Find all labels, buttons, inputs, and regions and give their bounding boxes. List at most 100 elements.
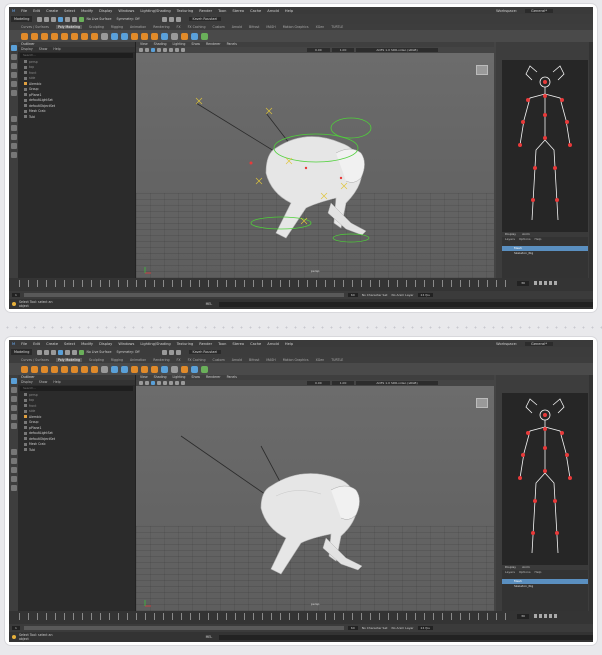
poly-text-icon[interactable] (101, 365, 108, 373)
layer-menu-help[interactable]: Help (535, 570, 542, 575)
search-icon[interactable] (10, 485, 17, 491)
render-settings-icon[interactable] (175, 16, 181, 22)
menu-render[interactable]: Render (199, 9, 212, 13)
go-start-icon[interactable] (534, 281, 537, 285)
save-scene-icon[interactable] (51, 349, 57, 355)
menu-lighting[interactable]: Lighting/Shading (140, 9, 170, 13)
tab-custom[interactable]: Custom (212, 358, 224, 362)
shadows-icon[interactable] (175, 48, 179, 52)
move-tool-icon[interactable] (10, 405, 17, 411)
target-weld-icon[interactable] (171, 32, 178, 40)
mirror-icon[interactable] (201, 365, 208, 373)
select-tool-icon[interactable] (10, 378, 17, 384)
poly-cube-icon[interactable] (31, 365, 38, 373)
tab-xgen[interactable]: XGen (316, 25, 325, 29)
tab-mash[interactable]: MASH (266, 25, 275, 29)
wireframe-icon[interactable] (151, 48, 155, 52)
fps-select[interactable]: 24 fps (417, 626, 433, 630)
search-icon[interactable] (10, 152, 17, 158)
live-surface-label[interactable]: No Live Surface (86, 350, 111, 354)
time-slider[interactable]: 30 (9, 611, 593, 624)
outliner-search[interactable]: Search... (20, 53, 133, 58)
tab-fx-caching[interactable]: FX Caching (188, 358, 206, 362)
range-slider-bar[interactable] (23, 626, 344, 630)
platonic-icon[interactable] (91, 365, 98, 373)
current-frame-field[interactable]: 30 (517, 281, 529, 286)
step-forward-icon[interactable] (549, 614, 552, 618)
smooth-shade-icon[interactable] (157, 48, 161, 52)
poly-cylinder-icon[interactable] (41, 32, 48, 40)
step-back-icon[interactable] (539, 281, 542, 285)
vp-menu-lighting[interactable]: Lighting (173, 375, 186, 380)
poly-cube-icon[interactable] (31, 32, 38, 40)
viewport-panel[interactable]: View Shading Lighting Show Renderer Pane… (136, 42, 494, 278)
outliner-menu-display[interactable]: Display (21, 380, 33, 385)
multi-cut-icon[interactable] (161, 32, 168, 40)
poly-disc-icon[interactable] (81, 32, 88, 40)
open-scene-icon[interactable] (44, 349, 50, 355)
go-end-icon[interactable] (554, 614, 557, 618)
tab-curves[interactable]: Curves / Surfaces (21, 358, 49, 362)
menu-windows[interactable]: Windows (118, 342, 134, 346)
menu-cache[interactable]: Cache (250, 342, 261, 346)
lasso-tool-icon[interactable] (10, 54, 17, 60)
bevel-icon[interactable] (151, 365, 158, 373)
tab-arnold[interactable]: Arnold (232, 25, 242, 29)
snap-grid-icon[interactable] (65, 16, 71, 22)
tab-sculpting[interactable]: Sculpting (89, 25, 104, 29)
poly-torus-icon[interactable] (61, 32, 68, 40)
tab-fx[interactable]: FX (177, 25, 181, 29)
menu-file[interactable]: File (21, 9, 27, 13)
vp-menu-panels[interactable]: Panels (227, 375, 237, 380)
target-weld-icon[interactable] (171, 365, 178, 373)
textured-icon[interactable] (163, 48, 167, 52)
character-set-label[interactable]: No Character Set (362, 293, 388, 297)
tab-animation[interactable]: Animation (130, 25, 146, 29)
layout-four-icon[interactable] (10, 125, 17, 131)
ipr-render-icon[interactable] (168, 16, 174, 22)
tab-xgen[interactable]: XGen (316, 358, 325, 362)
workspace-select[interactable]: General* (525, 8, 553, 13)
live-surface-icon[interactable] (79, 16, 85, 22)
tab-bifrost[interactable]: Bifrost (249, 25, 259, 29)
command-line-input[interactable] (219, 301, 593, 307)
wireframe-icon[interactable] (151, 381, 155, 385)
layer-menu-layers[interactable]: Layers (505, 570, 515, 575)
lasso-tool-icon[interactable] (10, 387, 17, 393)
menu-edit[interactable]: Edit (33, 342, 40, 346)
vp-menu-show[interactable]: Show (191, 42, 200, 47)
signin-label[interactable]: Kaveh Roustaei (188, 350, 222, 354)
outliner-menu-help[interactable]: Help (53, 380, 60, 385)
layout-outliner-icon[interactable] (10, 143, 17, 149)
smooth-icon[interactable] (181, 32, 188, 40)
shadows-icon[interactable] (175, 381, 179, 385)
poly-sphere-icon[interactable] (21, 365, 28, 373)
scale-tool-icon[interactable] (10, 90, 17, 96)
time-slider[interactable]: 30 (9, 278, 593, 291)
poly-text-icon[interactable] (101, 32, 108, 40)
menu-display[interactable]: Display (99, 342, 112, 346)
range-end-field[interactable]: 60 (347, 293, 358, 297)
tab-bifrost[interactable]: Bifrost (249, 358, 259, 362)
range-start-field[interactable]: 1 (12, 626, 20, 630)
rotate-tool-icon[interactable] (10, 81, 17, 87)
menu-lighting[interactable]: Lighting/Shading (140, 342, 170, 346)
play-icon[interactable] (544, 281, 547, 285)
menu-toon[interactable]: Toon (218, 342, 226, 346)
poly-cone-icon[interactable] (51, 32, 58, 40)
lights-icon[interactable] (169, 48, 173, 52)
vp-menu-renderer[interactable]: Renderer (206, 375, 221, 380)
outliner-item[interactable]: Tubi (18, 114, 135, 120)
mode-select[interactable]: Modeling (11, 16, 33, 22)
new-scene-icon[interactable] (37, 16, 43, 22)
menu-windows[interactable]: Windows (118, 9, 134, 13)
separate-icon[interactable] (121, 32, 128, 40)
menu-modify[interactable]: Modify (81, 342, 93, 346)
outliner-menu-help[interactable]: Help (53, 47, 60, 52)
poly-cone-icon[interactable] (51, 365, 58, 373)
rigged-creature[interactable] (136, 53, 494, 278)
isolate-icon[interactable] (181, 381, 185, 385)
colorspace-select[interactable]: ACES 1.0 SDR-video (sRGB) (356, 381, 438, 385)
symmetry-label[interactable]: Symmetry: Off (116, 350, 139, 354)
vp-menu-panels[interactable]: Panels (227, 42, 237, 47)
